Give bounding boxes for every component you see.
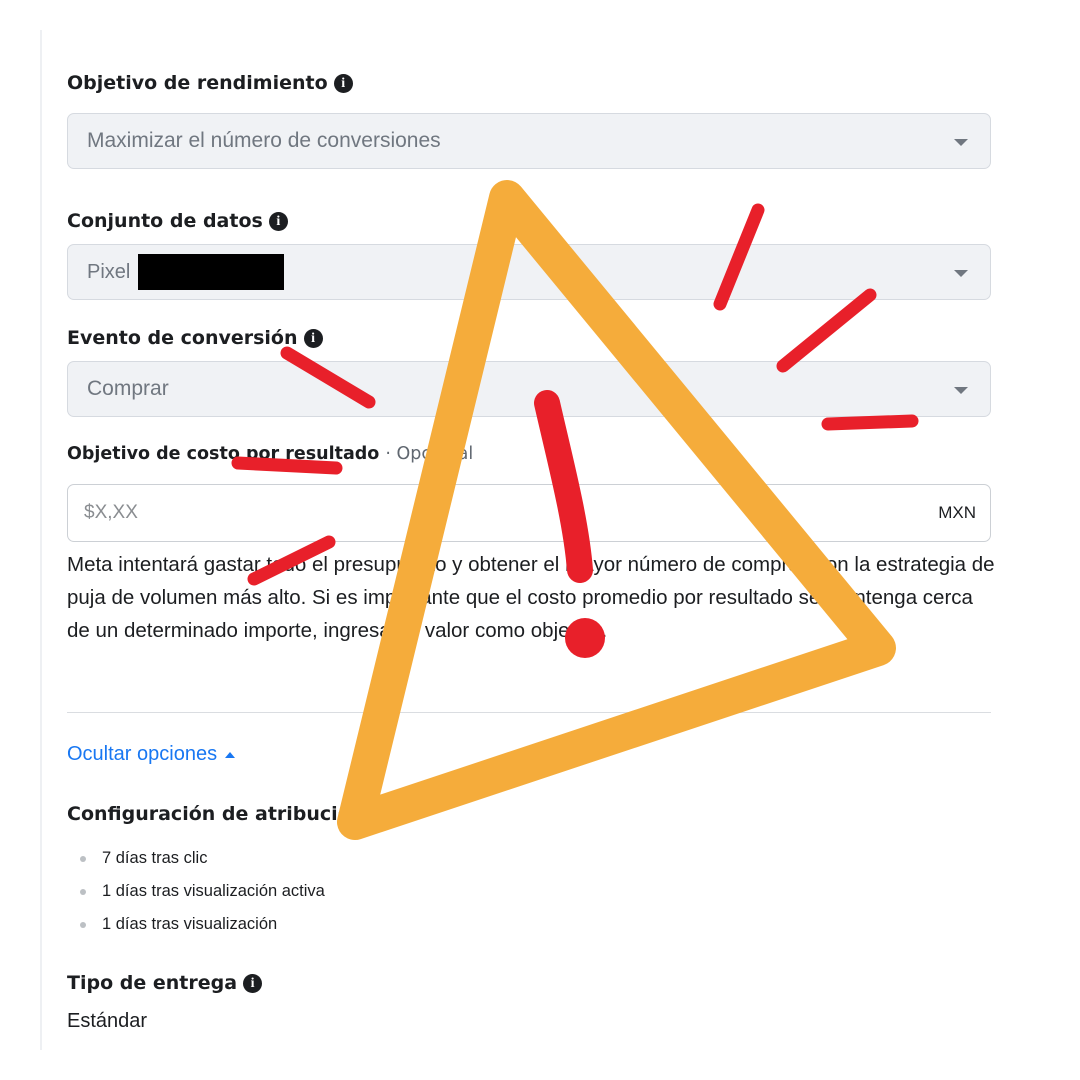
warning-triangle-icon <box>337 180 896 840</box>
exclamation-icon <box>534 390 593 583</box>
exclamation-dot-icon <box>565 618 605 658</box>
warning-overlay <box>231 180 919 840</box>
alert-mark <box>247 535 336 586</box>
alert-mark <box>776 288 877 373</box>
alert-mark <box>280 346 376 409</box>
alert-mark <box>821 414 919 431</box>
alert-mark <box>231 456 343 475</box>
alert-mark <box>713 203 765 311</box>
